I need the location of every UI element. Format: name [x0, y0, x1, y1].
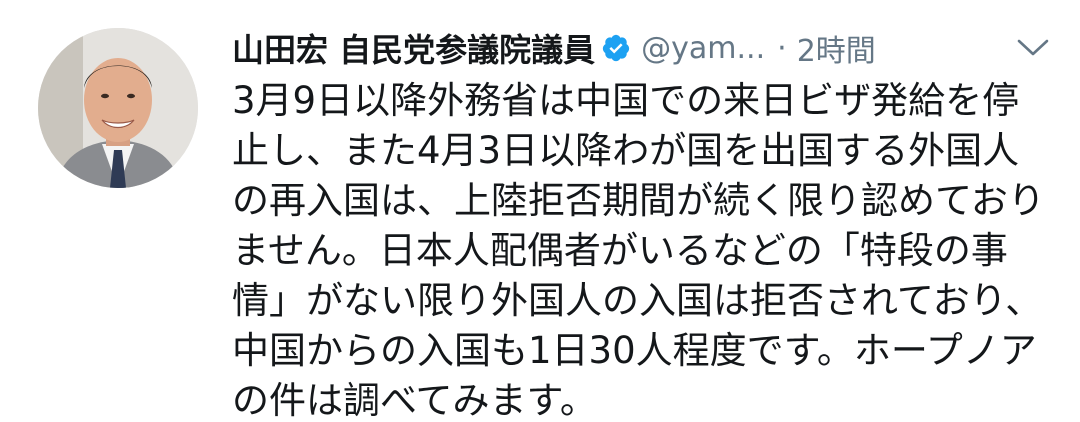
- tweet-card[interactable]: 山田宏 自民党参議院議員 @yam... · 2時間 3月9日以降外務省は中国で…: [0, 0, 1080, 422]
- avatar[interactable]: [38, 28, 198, 188]
- tweet-text: 3月9日以降外務省は中国での来日ビザ発給を停止し、また4月3日以降わが国を出国す…: [232, 79, 1045, 422]
- avatar-image: [38, 28, 198, 188]
- tweet-content: 山田宏 自民党参議院議員 @yam... · 2時間 3月9日以降外務省は中国で…: [232, 22, 1062, 422]
- tweet-timestamp[interactable]: 2時間: [797, 26, 876, 70]
- chevron-down-icon[interactable]: [1016, 38, 1050, 58]
- separator-dot: ·: [777, 30, 787, 66]
- author-name[interactable]: 山田宏 自民党参議院議員: [232, 25, 595, 71]
- verified-badge-icon: [601, 33, 631, 63]
- tweet-header: 山田宏 自民党参議院議員 @yam... · 2時間: [232, 22, 1062, 74]
- author-handle[interactable]: @yam...: [641, 31, 765, 66]
